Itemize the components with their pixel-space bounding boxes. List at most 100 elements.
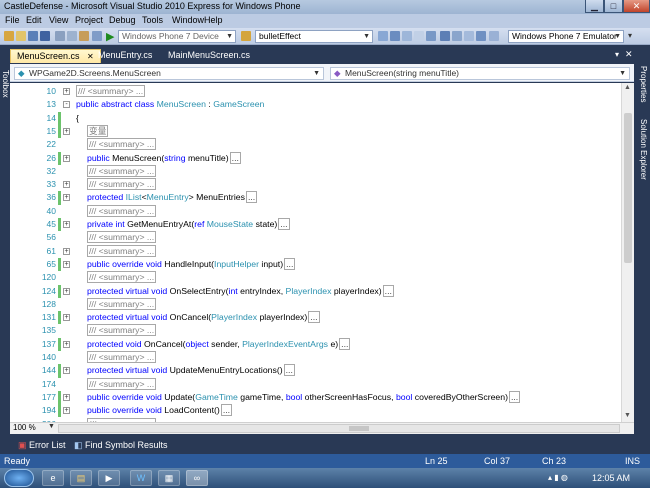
code-line[interactable]: 194 + public override void LoadContent()..… <box>10 404 621 418</box>
code-line[interactable]: 22 /// <summary> ... <box>10 138 621 151</box>
code-line[interactable]: 61 + /// <summary> ... <box>10 244 621 258</box>
target-combo[interactable]: Windows Phone 7 Emulator ▼ <box>508 30 624 43</box>
code-line[interactable]: 120 /// <summary> ... <box>10 271 621 284</box>
expand-icon[interactable]: + <box>63 407 70 415</box>
tab-find-symbol-results[interactable]: ◧ Find Symbol Results <box>74 440 168 451</box>
horizontal-scrollbar[interactable] <box>58 424 620 433</box>
code-line[interactable]: 140 /// <summary> ... <box>10 351 621 364</box>
open-icon[interactable] <box>16 31 26 41</box>
code-line[interactable]: 65 + public override void HandleInput(Inpu… <box>10 257 621 272</box>
tray-icons[interactable]: ▴ ▮ ◍ <box>548 473 568 482</box>
menu-debug[interactable]: Debug <box>109 15 136 25</box>
expand-icon[interactable]: + <box>63 127 70 135</box>
media-player-icon[interactable]: ▶ <box>98 470 120 486</box>
expand-icon[interactable]: + <box>63 367 70 375</box>
menu-file[interactable]: File <box>5 15 20 25</box>
expand-icon[interactable]: + <box>63 314 70 322</box>
tool-icon-10[interactable] <box>489 31 499 41</box>
undo-icon[interactable] <box>92 31 102 41</box>
tab-list-icon[interactable]: ▾ <box>615 50 619 59</box>
cut-icon[interactable] <box>55 31 65 41</box>
word-icon[interactable]: W <box>130 470 152 486</box>
menu-view[interactable]: View <box>49 15 68 25</box>
start-debugging-icon[interactable]: ▶ <box>106 30 114 43</box>
expand-icon[interactable]: + <box>63 393 70 401</box>
scroll-up-icon[interactable]: ▲ <box>624 84 631 91</box>
expand-icon[interactable]: + <box>63 194 70 202</box>
expand-icon[interactable]: + <box>63 247 70 255</box>
app-icon[interactable]: ▦ <box>158 470 180 486</box>
copy-icon[interactable] <box>67 31 77 41</box>
code-line[interactable]: 14 { <box>10 111 621 125</box>
code-line[interactable]: 13- public abstract class MenuScreen : Ga… <box>10 98 621 111</box>
code-line[interactable]: 177 + public override void Update(GameTime… <box>10 390 621 405</box>
code-line[interactable]: 128 /// <summary> ... <box>10 297 621 311</box>
tool-icon-9[interactable] <box>476 31 486 41</box>
code-line[interactable]: 131 + protected virtual void OnCancel(Play… <box>10 311 621 325</box>
expand-icon[interactable]: + <box>63 260 70 268</box>
code-line[interactable]: 33 + /// <summary> ... <box>10 178 621 191</box>
visual-studio-taskbar-icon[interactable]: ∞ <box>186 470 208 486</box>
menu-project[interactable]: Project <box>75 15 103 25</box>
tool-icon-7[interactable] <box>452 31 462 41</box>
code-line[interactable]: 144 + protected virtual void UpdateMenuEnt… <box>10 364 621 378</box>
find-icon[interactable] <box>241 31 251 41</box>
menu-edit[interactable]: Edit <box>26 15 42 25</box>
menu-help[interactable]: Help <box>204 15 223 25</box>
expand-icon[interactable]: + <box>63 287 70 295</box>
tool-icon-4[interactable] <box>414 31 424 41</box>
close-button[interactable]: ✕ <box>623 0 650 13</box>
toolbar-overflow-icon[interactable]: ▾ <box>628 31 632 40</box>
code-line[interactable]: 124 + protected virtual void OnSelectEntry… <box>10 284 621 298</box>
code-line[interactable]: 40 /// <summary> ... <box>10 204 621 218</box>
device-combo[interactable]: Windows Phone 7 Device ▼ <box>118 30 236 43</box>
code-line[interactable]: 137 + protected void OnCancel(object sende… <box>10 337 621 351</box>
properties-tab[interactable]: Properties <box>639 66 648 102</box>
solution-explorer-tab[interactable]: Solution Explorer <box>639 119 648 180</box>
code-line[interactable]: 135 /// <summary> ... <box>10 324 621 337</box>
code-editor[interactable]: 10 +/// <summary> ... 13- public abstract c… <box>10 83 621 422</box>
tab-menuscreen[interactable]: MenuScreen.cs ✕ <box>10 49 101 63</box>
collapse-icon[interactable]: - <box>63 101 70 109</box>
tool-icon-8[interactable] <box>464 31 474 41</box>
code-line[interactable]: 174 /// <summary> ... <box>10 377 621 391</box>
minimize-button[interactable]: ▁ <box>585 0 604 13</box>
code-line[interactable]: 26 + public MenuScreen(string menuTitle)..… <box>10 151 621 165</box>
tool-icon-1[interactable] <box>378 31 388 41</box>
save-icon[interactable] <box>28 31 38 41</box>
zoom-level[interactable]: 100 % <box>13 423 36 432</box>
tool-icon-2[interactable] <box>390 31 400 41</box>
new-project-icon[interactable] <box>4 31 14 41</box>
member-combo[interactable]: ◆ MenuScreen(string menuTitle) ▼ <box>330 67 630 80</box>
menu-tools[interactable]: Tools <box>142 15 163 25</box>
hscroll-thumb[interactable] <box>349 426 369 431</box>
zoom-chevron-icon[interactable]: ▼ <box>48 423 55 430</box>
paste-icon[interactable] <box>79 31 89 41</box>
save-all-icon[interactable] <box>40 31 50 41</box>
expand-icon[interactable]: + <box>63 181 70 189</box>
menu-window[interactable]: Window <box>172 15 204 25</box>
clock[interactable]: 12:05 AM <box>592 473 630 483</box>
scroll-thumb[interactable] <box>624 113 632 263</box>
toolbox-tab[interactable]: Toolbox <box>1 70 10 98</box>
scroll-down-icon[interactable]: ▼ <box>624 412 631 419</box>
tab-error-list[interactable]: ▣ Error List <box>18 440 66 451</box>
code-line[interactable]: 10 + /// <summary> ... <box>10 85 621 98</box>
tab-mainmenuscreen[interactable]: MainMenuScreen.cs <box>162 49 256 63</box>
tab-menuentry[interactable]: MenuEntry.cs <box>92 49 158 63</box>
expand-icon[interactable]: + <box>63 221 70 228</box>
code-line[interactable]: 15 + 变量 <box>10 124 621 139</box>
type-combo[interactable]: ◆ WPGame2D.Screens.MenuScreen ▼ <box>14 67 324 80</box>
code-line[interactable]: 36 + protected IList<MenuEntry> MenuEntrie… <box>10 191 621 205</box>
vertical-scrollbar[interactable]: ▲ ▼ <box>621 83 634 422</box>
start-button[interactable] <box>4 469 34 487</box>
find-combo[interactable]: bulletEffect ▼ <box>255 30 373 43</box>
expand-icon[interactable]: + <box>63 340 70 348</box>
maximize-button[interactable]: □ <box>604 0 623 13</box>
code-line[interactable]: 32 /// <summary> ... <box>10 164 621 178</box>
code-line[interactable]: 45 + private int GetMenuEntryAt(ref MouseS… <box>10 218 621 232</box>
close-icon[interactable]: ✕ <box>625 49 633 60</box>
ie-icon[interactable]: e <box>42 470 64 486</box>
expand-icon[interactable]: + <box>63 88 70 95</box>
tool-icon-5[interactable] <box>426 31 436 41</box>
